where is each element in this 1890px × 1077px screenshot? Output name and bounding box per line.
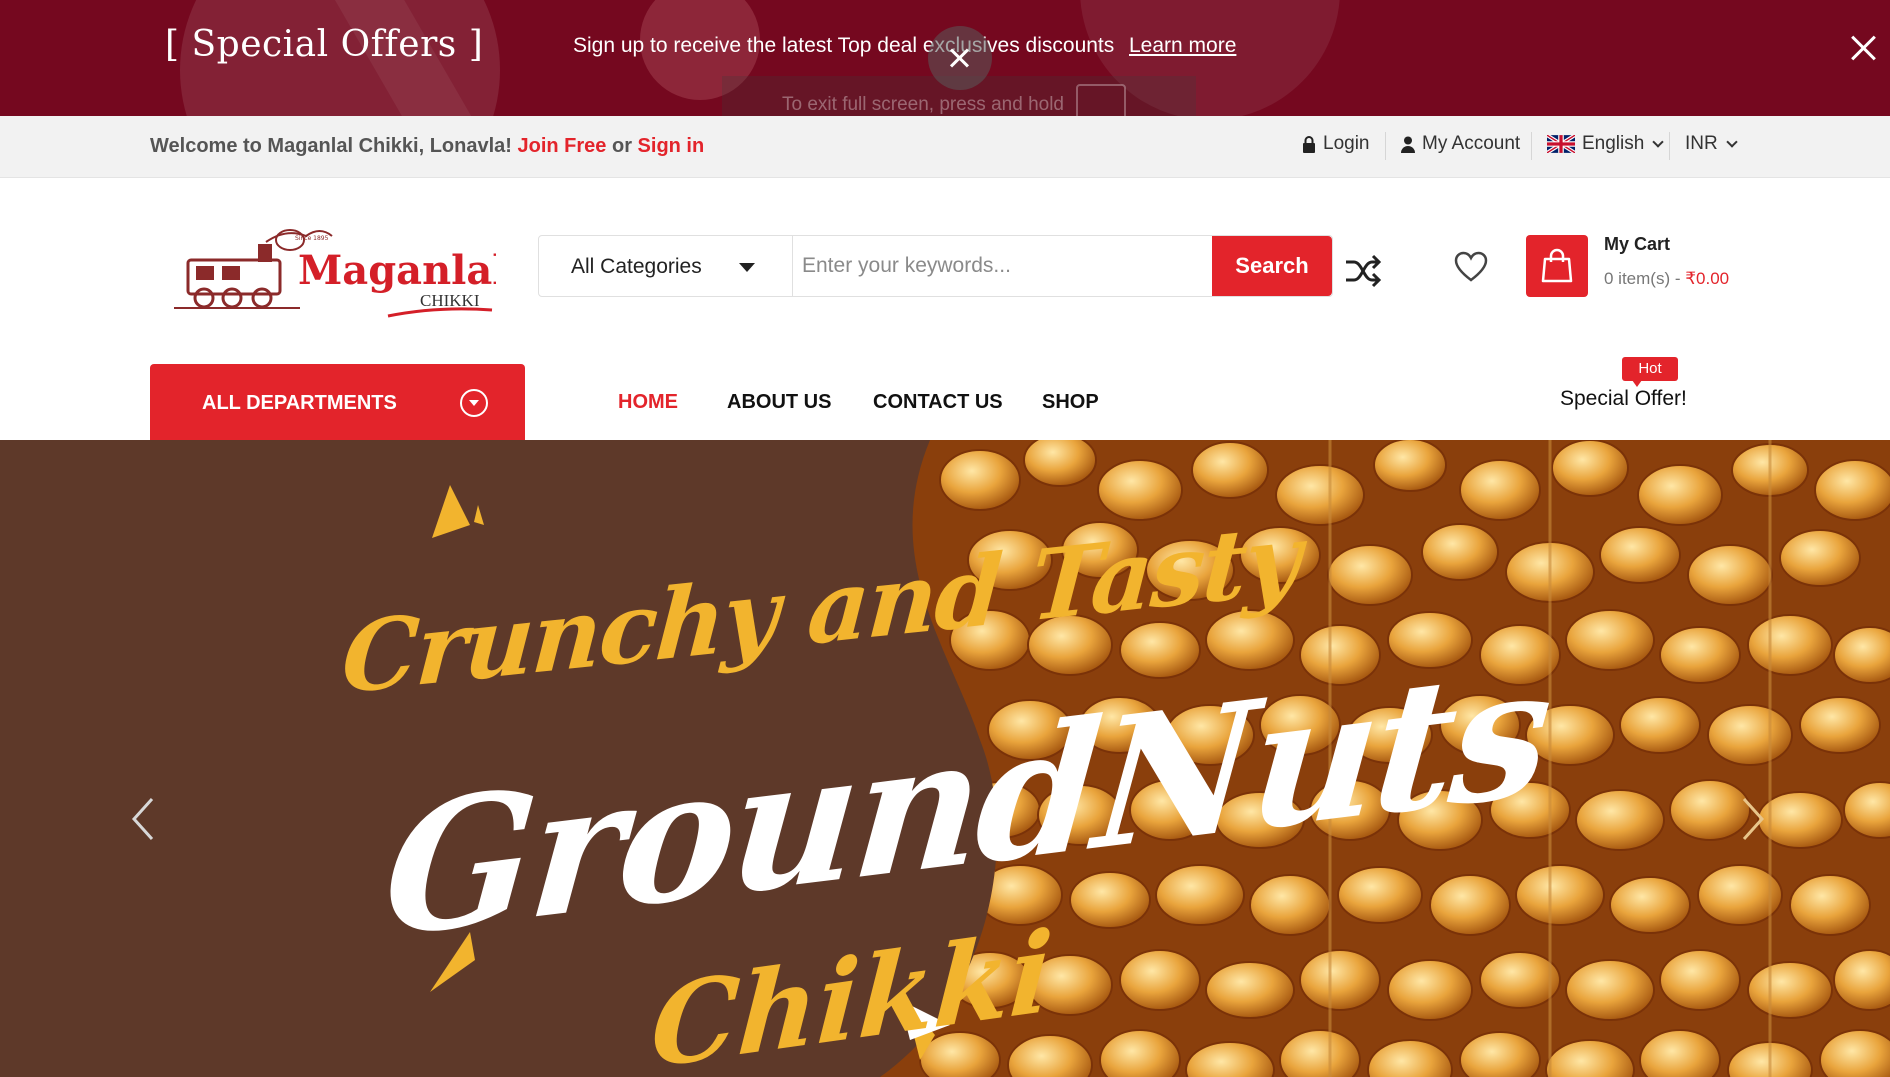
chevron-down-icon — [1652, 135, 1664, 148]
cart-button[interactable] — [1526, 235, 1588, 297]
search-button[interactable]: Search — [1212, 236, 1332, 296]
login-link[interactable]: Login — [1302, 133, 1370, 155]
fullscreen-close-icon[interactable] — [928, 26, 992, 90]
lock-icon — [1303, 135, 1315, 153]
category-dropdown[interactable]: All Categories — [539, 236, 793, 296]
chevron-left-icon[interactable] — [130, 795, 156, 843]
train-logo-icon: Since 1895 Maganlal CHIKKI — [174, 229, 507, 318]
nav-contact-us[interactable]: CONTACT US — [873, 391, 1003, 414]
close-icon[interactable] — [1848, 32, 1880, 64]
shopping-bag-icon — [1541, 248, 1573, 283]
uk-flag-icon — [1547, 135, 1575, 153]
all-departments-button[interactable]: ALL DEPARTMENTS — [150, 364, 525, 440]
nav-about-us[interactable]: ABOUT US — [727, 391, 831, 414]
cart-title[interactable]: My Cart — [1604, 234, 1670, 255]
language-selector[interactable]: English — [1547, 133, 1664, 155]
search-input[interactable] — [793, 236, 1212, 296]
user-icon — [1401, 136, 1415, 153]
compare-shuffle-icon[interactable] — [1344, 254, 1382, 288]
chevron-down-circle-icon — [460, 389, 488, 417]
hero-banner: Crunchy and Tasty GroundNuts Chikki — [0, 440, 1890, 1077]
top-utility-bar: Welcome to Maganlal Chikki, Lonavla! Joi… — [0, 116, 1890, 178]
wishlist-heart-icon[interactable] — [1454, 251, 1488, 283]
my-account-link[interactable]: My Account — [1401, 133, 1520, 155]
maganlal-logo[interactable]: Since 1895 Maganlal CHIKKI — [170, 222, 507, 320]
cart-summary: 0 item(s) - ₹0.00 — [1604, 269, 1730, 288]
svg-text:Maganlal: Maganlal — [298, 247, 496, 294]
search-bar: All Categories Search — [538, 235, 1333, 297]
cart-total: ₹0.00 — [1685, 269, 1730, 288]
promo-title: [ Special Offers ] — [165, 24, 484, 65]
nav-home[interactable]: HOME — [618, 391, 678, 414]
caret-down-icon — [739, 263, 755, 272]
svg-text:CHIKKI: CHIKKI — [420, 291, 480, 310]
sign-in-link[interactable]: Sign in — [638, 135, 705, 157]
svg-text:Since 1895: Since 1895 — [295, 235, 329, 242]
hot-badge: Hot — [1622, 357, 1678, 387]
special-offer-link[interactable]: Special Offer! — [1560, 387, 1687, 411]
currency-selector[interactable]: INR — [1685, 133, 1738, 155]
chevron-right-icon[interactable] — [1740, 795, 1766, 843]
welcome-message: Welcome to Maganlal Chikki, Lonavla! Joi… — [150, 135, 705, 157]
chevron-down-icon — [1726, 135, 1738, 148]
learn-more-link[interactable]: Learn more — [1129, 34, 1236, 58]
promo-text: Sign up to receive the latest Top deal e… — [573, 34, 1115, 57]
nav-shop[interactable]: SHOP — [1042, 391, 1099, 414]
join-free-link[interactable]: Join Free — [518, 135, 607, 157]
page: [ Special Offers ] Sign up to receive th… — [0, 0, 1890, 1077]
